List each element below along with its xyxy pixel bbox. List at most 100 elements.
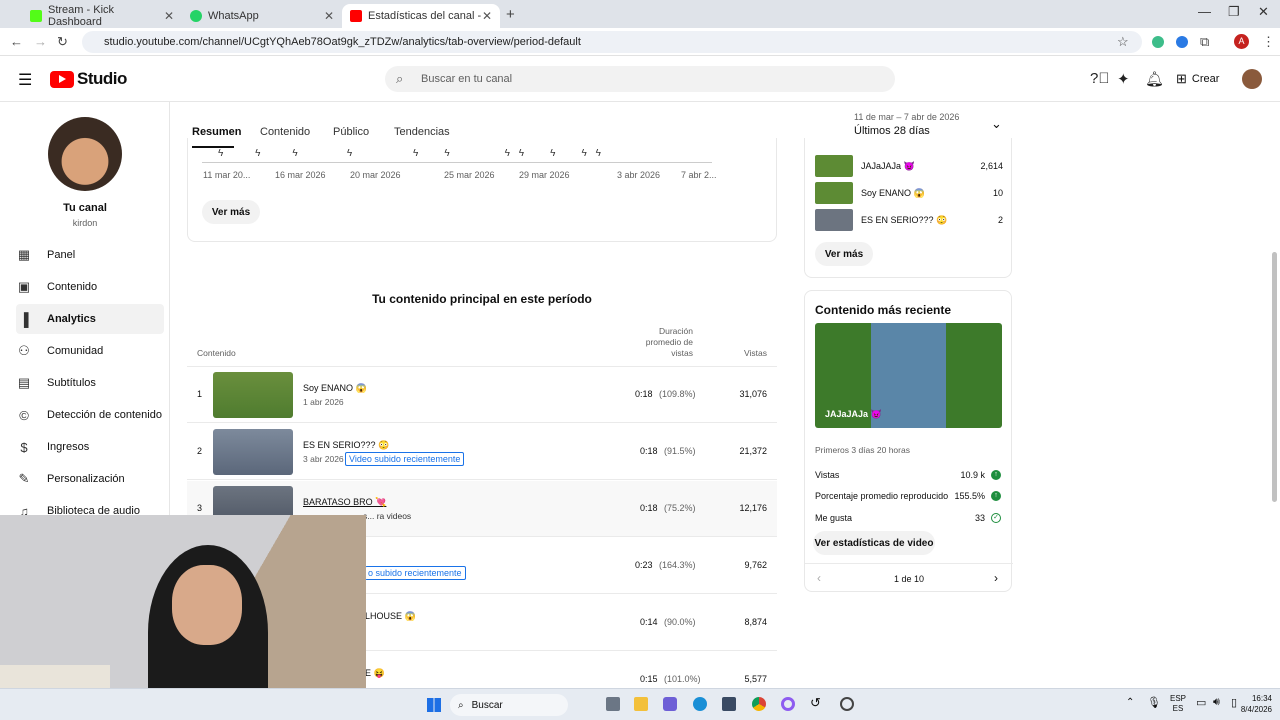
sidebar-item-earn[interactable]: $ Ingresos — [16, 432, 164, 462]
video-title[interactable]: ES EN SERIO??? 😳 — [303, 440, 389, 451]
sidebar-item-analytics[interactable]: ▐ Analytics — [16, 304, 164, 334]
list-item[interactable]: Soy ENANO 😱 10 — [815, 182, 1005, 204]
avg-duration: 0:23 — [635, 560, 653, 570]
video-title[interactable]: Soy ENANO 😱 — [303, 383, 367, 394]
new-tab-icon[interactable]: + — [506, 6, 515, 23]
sidebar-item-label: Contenido — [47, 281, 98, 293]
tab-audience[interactable]: Público — [333, 126, 369, 138]
address-bar-row: ← → ↻ studio.youtube.com/channel/UCgtYQh… — [0, 28, 1280, 56]
recently-uploaded-badge: Video subido recientemente — [345, 452, 465, 466]
list-item[interactable]: ES EN SERIO??? 😳 2 — [815, 209, 1005, 231]
clock-date: 8/4/2026 — [1240, 705, 1272, 714]
see-more-button[interactable]: Ver más — [202, 200, 260, 224]
browser-tab-strip: Stream - Kick Dashboard ✕ WhatsApp ✕ Est… — [0, 0, 1280, 28]
notifications-bell-icon[interactable]: 🔔︎ — [1145, 70, 1164, 88]
sidebar-item-label: Panel — [47, 249, 76, 261]
sidebar-item-community[interactable]: ⚇ Comunidad — [16, 336, 164, 366]
help-icon[interactable]: ?⃝ — [1090, 70, 1110, 87]
bookmark-star-icon[interactable]: ☆ — [1117, 34, 1129, 50]
close-window-icon[interactable]: ✕ — [1258, 4, 1269, 20]
battery-icon[interactable]: ▯ — [1231, 696, 1237, 709]
tab-kick[interactable]: Stream - Kick Dashboard ✕ — [22, 4, 182, 28]
tooltip: s... ra videos — [363, 511, 412, 521]
back-icon[interactable]: ← — [10, 34, 23, 49]
video-title[interactable]: E 😝 — [365, 668, 385, 679]
list-item[interactable]: JAJaJAJa 😈 2,614 — [815, 155, 1005, 177]
close-tab-icon[interactable]: ✕ — [482, 9, 492, 23]
app-icon[interactable]: ↺ — [810, 695, 821, 711]
task-view-icon[interactable] — [606, 697, 620, 711]
studio-logo[interactable]: Studio — [50, 69, 127, 89]
volume-icon[interactable]: 🔊︎ — [1213, 696, 1220, 709]
latest-video-title: JAJaJAJa 😈 — [825, 409, 882, 419]
language-indicator[interactable]: ESP ES — [1168, 694, 1188, 714]
channel-name: kirdon — [72, 218, 98, 228]
next-page-icon[interactable]: › — [994, 571, 998, 585]
sidebar-item-customization[interactable]: ✎ Personalización — [16, 464, 164, 494]
clock[interactable]: 16:34 8/4/2026 — [1240, 693, 1272, 715]
table-row[interactable]: 1 Soy ENANO 😱 1 abr 2026 0:18 (109.8%) 3… — [187, 367, 777, 423]
chevron-down-icon[interactable]: ⌄ — [991, 116, 1002, 132]
sparkle-icon[interactable]: ✦ — [1117, 70, 1130, 88]
recently-uploaded-badge: o subido recientemente — [365, 566, 466, 580]
taskbar-search[interactable]: ⌕ Buscar — [450, 694, 568, 716]
sidebar-item-subtitles[interactable]: ▤ Subtítulos — [16, 368, 164, 398]
reload-icon[interactable]: ↻ — [57, 34, 68, 50]
search-icon: ⌕ — [458, 699, 464, 711]
upload-markers: ϟ ϟ ϟ ϟ ϟ ϟ ϟ ϟ ϟ ϟ ϟ — [218, 148, 604, 159]
video-thumbnail[interactable] — [213, 429, 293, 475]
sidebar-item-panel[interactable]: ▦ Panel — [16, 240, 164, 270]
profile-avatar[interactable]: A — [1234, 34, 1249, 49]
col-content-header: Contenido — [197, 348, 236, 358]
tab-youtube-studio[interactable]: Estadísticas del canal - YouTube ✕ — [342, 4, 500, 28]
obs-icon[interactable] — [781, 697, 795, 711]
table-row[interactable]: 2 ES EN SERIO??? 😳 3 abr 2026 Video subi… — [187, 424, 777, 480]
video-analytics-button[interactable]: Ver estadísticas de video — [813, 531, 935, 555]
chevron-up-icon[interactable]: ⌃ — [1126, 697, 1134, 708]
avg-percent: (91.5%) — [664, 446, 696, 456]
video-title[interactable]: BARATASO BRO 💘 — [303, 497, 386, 508]
tab-summary[interactable]: Resumen — [192, 126, 242, 138]
tab-trends[interactable]: Tendencias — [394, 126, 450, 138]
edge-icon[interactable] — [693, 697, 707, 711]
close-tab-icon[interactable]: ✕ — [164, 9, 174, 23]
restore-icon[interactable]: ❐ — [1228, 4, 1240, 20]
extension-icon[interactable] — [1176, 36, 1188, 48]
tab-whatsapp[interactable]: WhatsApp ✕ — [182, 4, 342, 28]
clock-time: 16:34 — [1251, 694, 1272, 703]
see-more-button[interactable]: Ver más — [815, 242, 873, 266]
forward-icon[interactable]: → — [34, 34, 47, 49]
hamburger-menu-icon[interactable]: ☰ — [18, 70, 32, 90]
app-icon[interactable] — [663, 697, 677, 711]
latest-video-thumbnail[interactable]: JAJaJAJa 😈 — [815, 323, 1002, 428]
app-icon[interactable] — [840, 697, 854, 711]
network-icon[interactable]: ▭ — [1196, 696, 1206, 709]
scrollbar-thumb[interactable] — [1272, 252, 1277, 502]
video-date: 1 abr 2026 — [303, 397, 344, 407]
microphone-icon[interactable]: 🎙︎ — [1147, 696, 1161, 709]
arrow-up-green-icon: ↑ — [991, 470, 1001, 480]
stat-value: 33 — [974, 513, 985, 523]
menu-kebab-icon[interactable]: ⋮ — [1262, 34, 1275, 50]
minimize-icon[interactable]: — — [1198, 4, 1211, 19]
channel-avatar[interactable] — [48, 117, 122, 191]
file-explorer-icon[interactable] — [634, 697, 648, 711]
windows-start-icon[interactable] — [427, 698, 441, 712]
video-title: ES EN SERIO??? 😳 — [861, 215, 948, 225]
create-button[interactable]: ⊞ Crear — [1176, 69, 1219, 89]
close-tab-icon[interactable]: ✕ — [324, 9, 334, 23]
sidebar-item-content[interactable]: ▣ Contenido — [16, 272, 164, 302]
video-title[interactable]: LHOUSE 😱 — [365, 611, 416, 622]
extensions-puzzle-icon[interactable]: ⧉ — [1200, 34, 1209, 50]
video-thumbnail — [815, 209, 853, 231]
sidebar-item-copyright[interactable]: © Detección de contenido — [16, 400, 164, 430]
url-field[interactable]: studio.youtube.com/channel/UCgtYQhAeb78O… — [82, 31, 1142, 53]
pager-label: 1 de 10 — [893, 574, 925, 584]
account-avatar[interactable] — [1242, 69, 1262, 89]
chrome-icon[interactable] — [752, 697, 766, 711]
tab-content[interactable]: Contenido — [260, 126, 310, 138]
extension-icon[interactable] — [1152, 36, 1164, 48]
search-input[interactable]: ⌕ Buscar en tu canal — [385, 66, 895, 92]
store-icon[interactable] — [722, 697, 736, 711]
video-thumbnail[interactable] — [213, 372, 293, 418]
